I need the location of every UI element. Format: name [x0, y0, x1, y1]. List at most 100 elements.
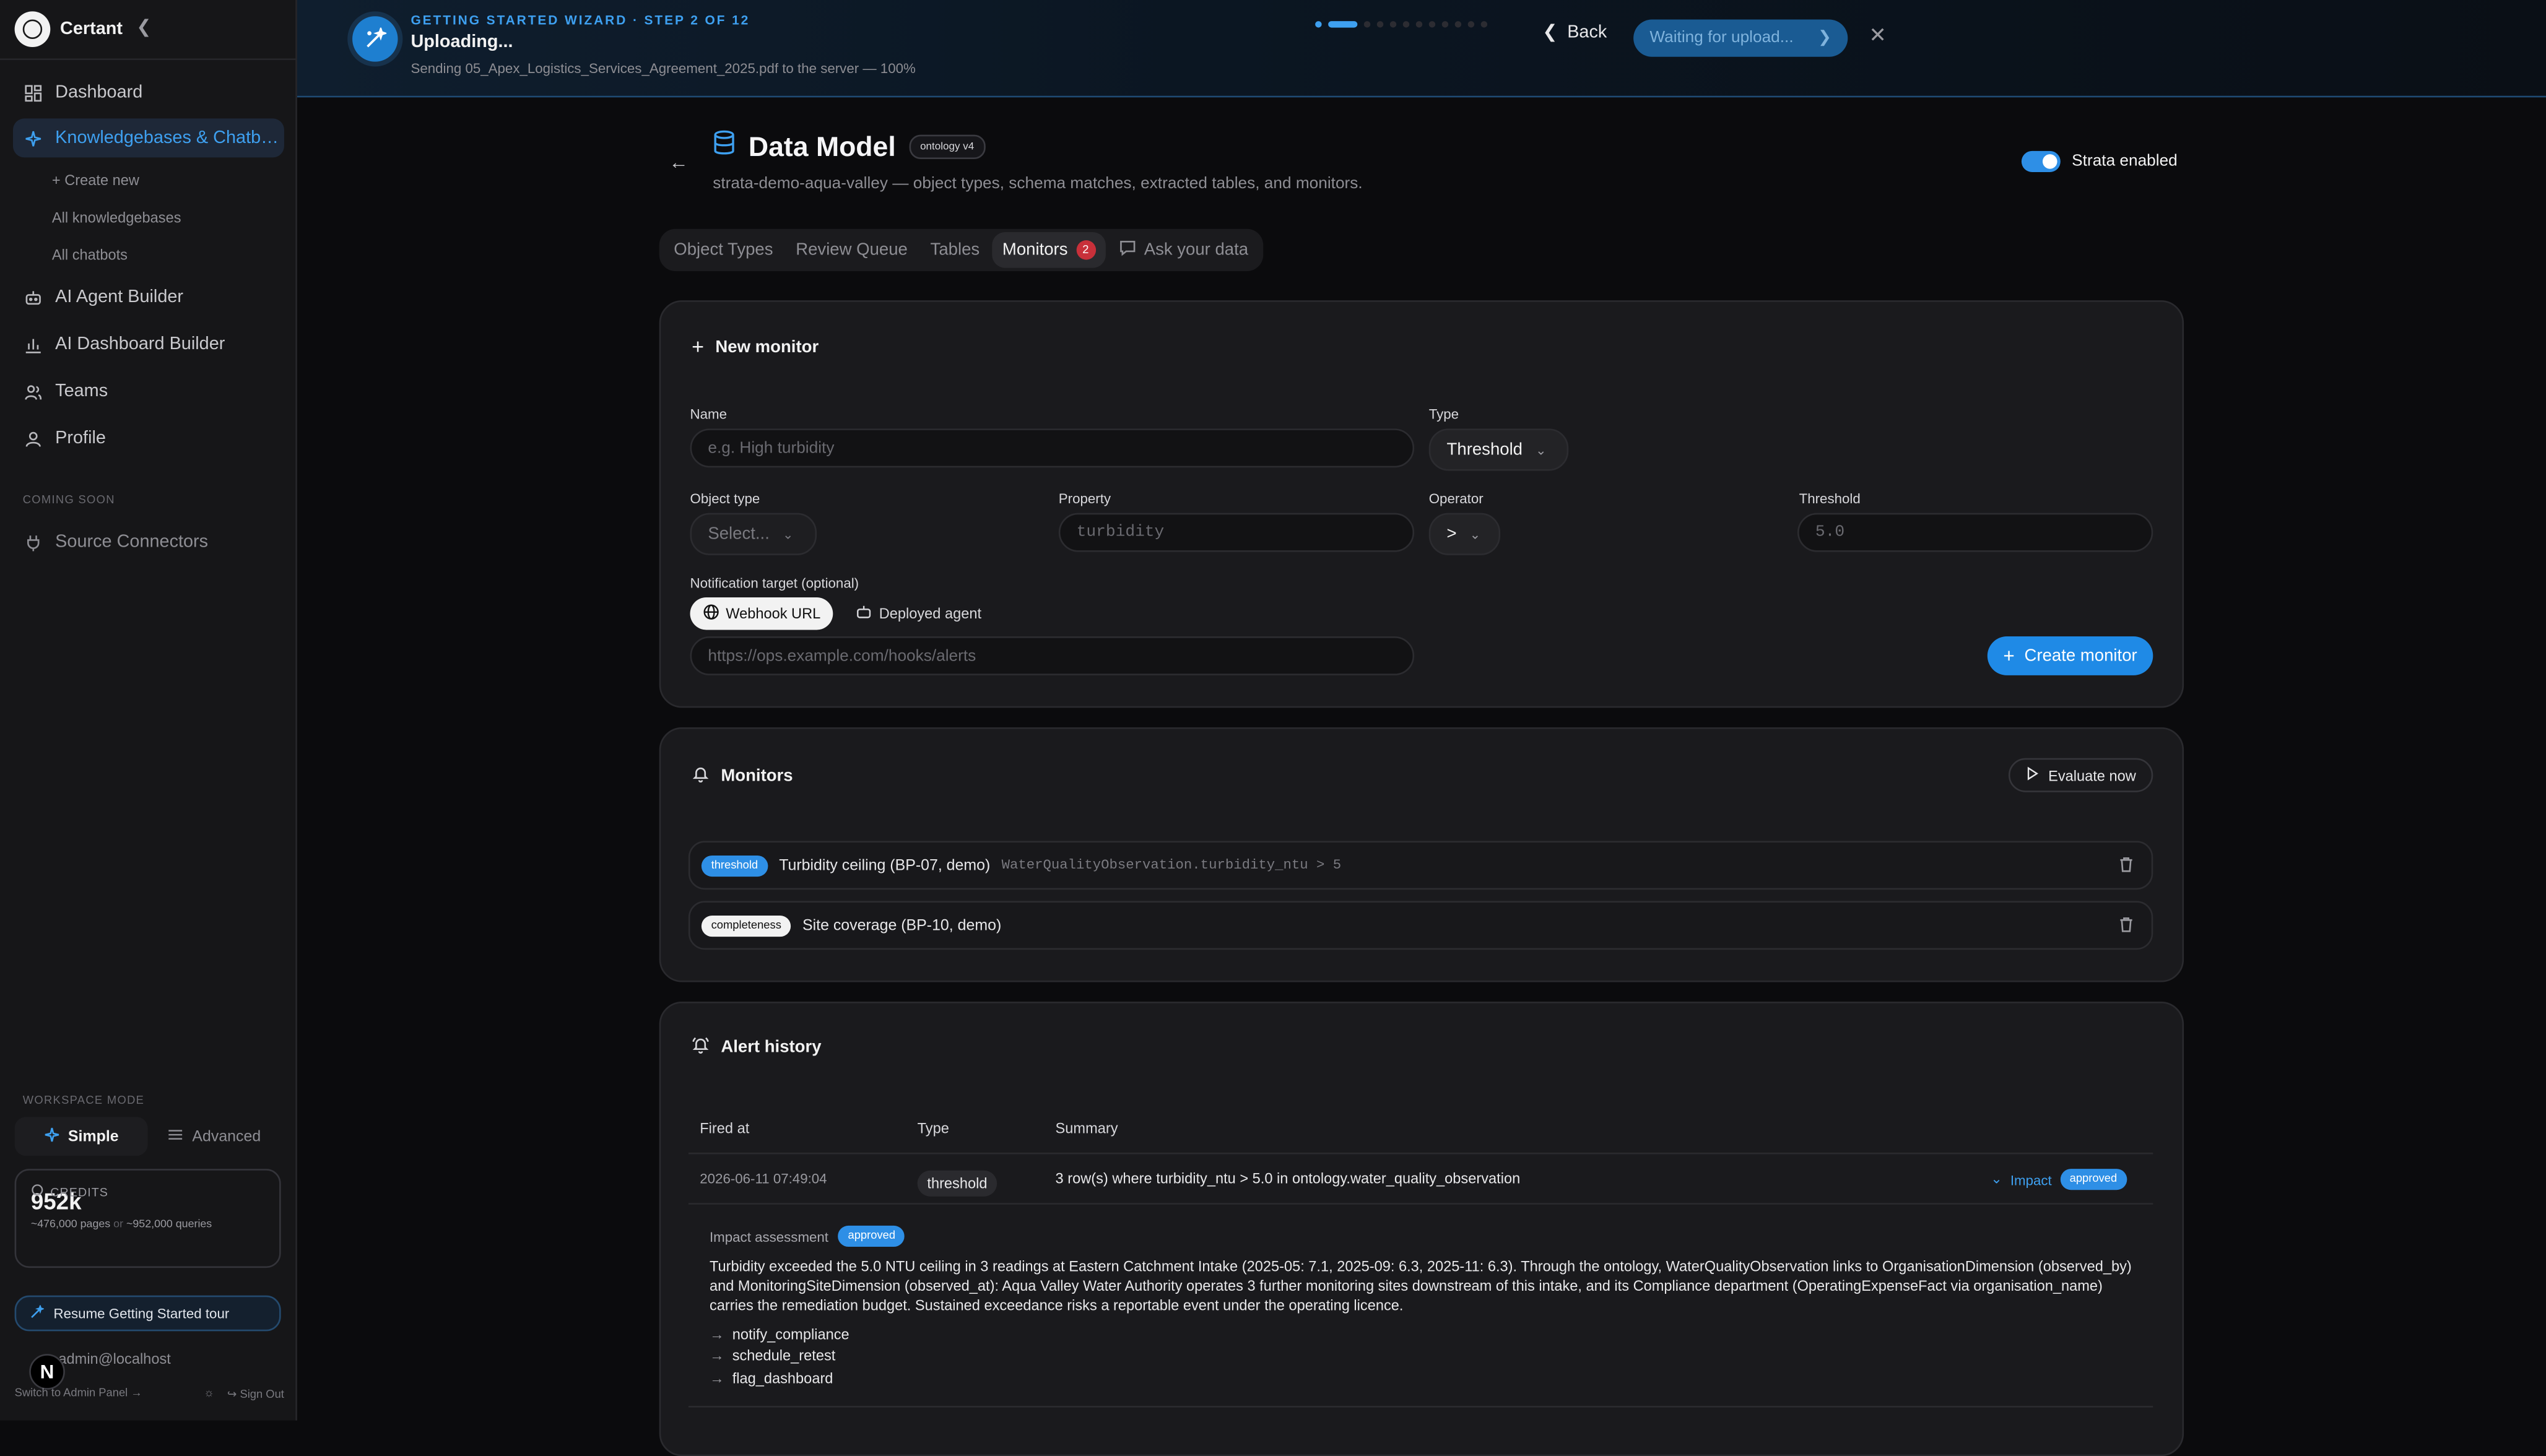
type-select[interactable]: Threshold ⌄	[1428, 428, 1569, 471]
strata-switch[interactable]	[2021, 150, 2061, 172]
summary-cell: 3 row(s) where turbidity_ntu > 5.0 in on…	[1055, 1170, 1521, 1187]
monitor-name-input[interactable]: e.g. High turbidity	[690, 428, 1415, 468]
collapse-sidebar-icon[interactable]: ❮	[136, 16, 151, 37]
heading-label: Monitors	[721, 766, 793, 786]
nav-label: Dashboard	[55, 82, 143, 103]
all-chatbots-link[interactable]: All chatbots	[52, 247, 128, 263]
wizard-step-dot	[1328, 21, 1358, 28]
impact-toggle[interactable]: ⌄ Impact approved	[1991, 1169, 2127, 1190]
webhook-url-input[interactable]: https://ops.example.com/hooks/alerts	[690, 636, 1415, 675]
sign-out-button[interactable]: ↪ Sign Out	[227, 1388, 284, 1401]
nav-dashboard-builder[interactable]: AI Dashboard Builder	[13, 324, 284, 363]
create-new-link[interactable]: + Create new	[52, 172, 139, 188]
bell-ring-icon	[692, 1036, 710, 1059]
nav-label: Teams	[55, 381, 108, 401]
tab-label: Tables	[930, 240, 980, 260]
wizard-next-button[interactable]: Waiting for upload... ❯	[1633, 19, 1848, 57]
nav-knowledgebases[interactable]: Knowledgebases & Chatb…	[12, 118, 284, 158]
close-icon[interactable]: ✕	[1869, 23, 1887, 49]
wizard-back-button[interactable]: ❮ Back	[1542, 21, 1607, 42]
mode-advanced-label: Advanced	[192, 1127, 261, 1146]
type-cell: threshold	[917, 1170, 997, 1197]
credits-queries: ~952,000 queries	[126, 1219, 212, 1231]
mode-simple-button[interactable]: Simple	[14, 1117, 148, 1156]
strata-toggle[interactable]: Strata enabled	[2021, 150, 2178, 172]
all-knowledgebases-link[interactable]: All knowledgebases	[52, 209, 181, 225]
brand[interactable]: Certant	[14, 11, 123, 48]
credits-pages: ~476,000 pages	[30, 1219, 111, 1231]
tab-monitors[interactable]: Monitors 2	[993, 232, 1105, 268]
sidebar: Certant ❮ Dashboard Knowledgebases & Cha…	[0, 0, 297, 1421]
trash-icon[interactable]	[2118, 856, 2135, 878]
tab-label: Monitors	[1002, 240, 1068, 260]
status-badge: approved	[2059, 1169, 2127, 1190]
tab-review-queue[interactable]: Review Queue	[786, 232, 917, 268]
user-info: admin@localhost	[58, 1341, 170, 1377]
action-label: schedule_retest	[732, 1348, 836, 1364]
tab-ask-your-data[interactable]: Ask your data	[1108, 232, 1258, 268]
switch-admin-link[interactable]: Switch to Admin Panel →	[15, 1388, 142, 1401]
wizard-step-dot	[1376, 21, 1384, 28]
heading-label: Alert history	[721, 1037, 822, 1057]
nav-teams[interactable]: Teams	[13, 372, 284, 411]
wizard-subtitle: Sending 05_Apex_Logistics_Services_Agree…	[411, 60, 916, 77]
nav-profile[interactable]: Profile	[13, 419, 284, 458]
operator-select[interactable]: > ⌄	[1428, 513, 1501, 555]
status-badge: approved	[838, 1225, 905, 1247]
monitors-count-badge: 2	[1075, 240, 1096, 260]
new-monitor-heading: + New monitor	[692, 334, 819, 358]
nav-agent-builder[interactable]: AI Agent Builder	[13, 277, 284, 316]
object-type-select[interactable]: Select... ⌄	[690, 513, 817, 555]
bell-icon	[692, 765, 710, 787]
nav-label: Knowledgebases & Chatb…	[55, 128, 279, 148]
resume-tour-button[interactable]: Resume Getting Started tour	[14, 1295, 281, 1332]
threshold-input[interactable]: 5.0	[1797, 513, 2153, 552]
column-header: Summary	[1055, 1120, 1118, 1137]
chevron-down-icon: ⌄	[1991, 1170, 2002, 1187]
wizard-step-dot	[1441, 21, 1449, 28]
nav-dashboard[interactable]: Dashboard	[13, 73, 284, 112]
type-label: Type	[1428, 405, 1459, 422]
next-label: Waiting for upload...	[1649, 29, 1794, 48]
create-monitor-button[interactable]: + Create monitor	[1987, 636, 2153, 675]
globe-icon	[703, 604, 719, 623]
monitor-name: Site coverage (BP-10, demo)	[802, 916, 1002, 935]
create-monitor-label: Create monitor	[2024, 646, 2137, 666]
theme-toggle-icon[interactable]: ☼	[204, 1388, 214, 1401]
property-input[interactable]: turbidity	[1058, 513, 1415, 552]
wand-icon	[352, 16, 398, 62]
avatar[interactable]: N	[29, 1354, 65, 1390]
action-item: → flag_dashboard	[709, 1369, 833, 1386]
database-icon	[713, 130, 736, 164]
wizard-step-dot	[1480, 21, 1488, 28]
webhook-url-option[interactable]: Webhook URL	[690, 597, 834, 630]
trash-icon[interactable]	[2118, 916, 2135, 938]
sidebar-footer: Switch to Admin Panel → ☼ ↪ Sign Out	[15, 1388, 284, 1401]
sliders-icon	[168, 1126, 184, 1147]
evaluate-now-button[interactable]: Evaluate now	[2008, 758, 2153, 792]
deployed-agent-label: Deployed agent	[879, 605, 982, 622]
wizard-step-label: GETTING STARTED WIZARD · STEP 2 OF 12	[411, 12, 750, 28]
back-label: Back	[1567, 22, 1607, 41]
coming-soon-label: COMING SOON	[22, 495, 115, 507]
deployed-agent-option[interactable]: Deployed agent	[843, 597, 994, 630]
monitor-row[interactable]: completeness Site coverage (BP-10, demo)	[688, 901, 2153, 950]
monitor-row[interactable]: threshold Turbidity ceiling (BP-07, demo…	[688, 841, 2153, 890]
tab-object-types[interactable]: Object Types	[664, 232, 783, 268]
wizard-step-dot	[1315, 21, 1322, 28]
mode-advanced-button[interactable]: Advanced	[148, 1117, 281, 1156]
tab-tables[interactable]: Tables	[921, 232, 989, 268]
credits-card: CREDITS 952k ~476,000 pages or ~952,000 …	[14, 1169, 281, 1268]
chevron-down-icon: ⌄	[1469, 526, 1481, 542]
wizard-step-dot	[1402, 21, 1410, 28]
bot-icon	[856, 604, 872, 623]
user-icon	[23, 428, 42, 448]
page-subtitle: strata-demo-aqua-valley — object types, …	[713, 175, 1363, 194]
monitor-expression: WaterQualityObservation.turbidity_ntu > …	[1001, 857, 1342, 873]
chevron-right-icon: ❯	[1818, 29, 1832, 48]
tab-label: Object Types	[674, 240, 773, 260]
ontology-version-chip: ontology v4	[908, 134, 986, 159]
tab-label: Ask your data	[1144, 240, 1249, 260]
sparkle-icon	[44, 1126, 60, 1147]
back-arrow-icon[interactable]: ←	[669, 151, 688, 174]
